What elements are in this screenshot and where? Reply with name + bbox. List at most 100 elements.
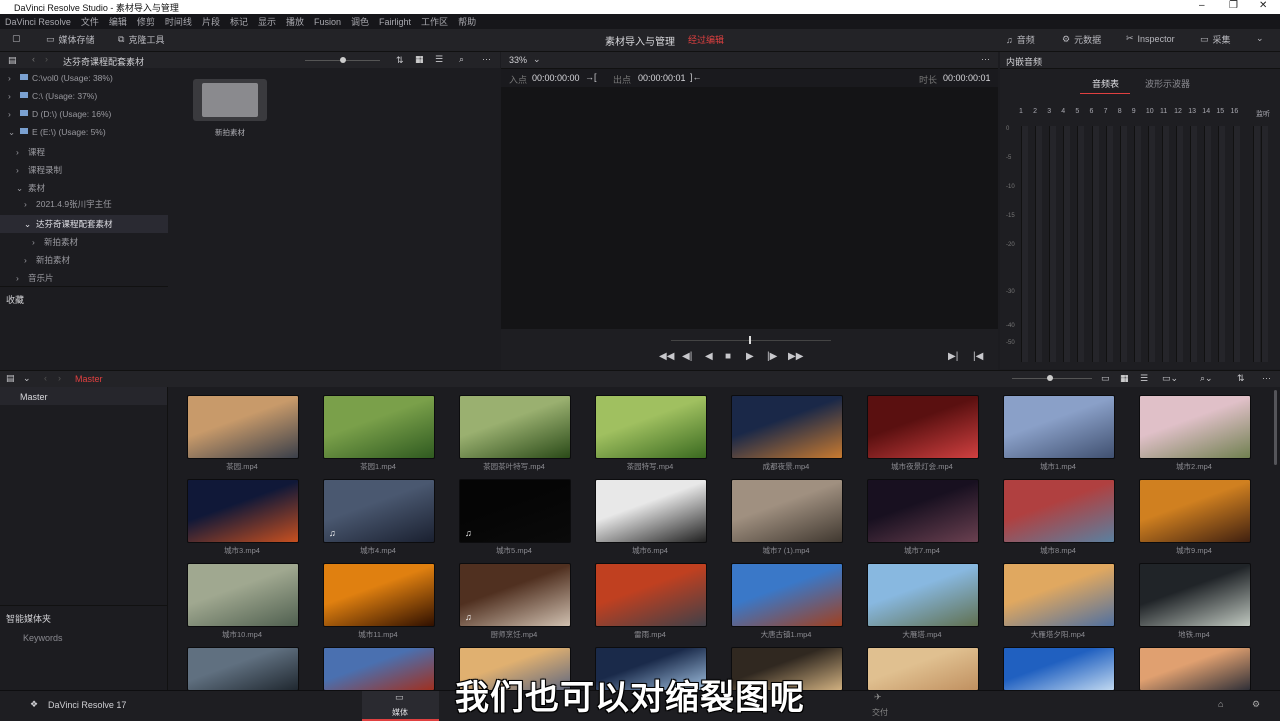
clip-thumbnail[interactable]: ♫ [459, 479, 571, 543]
list-view-icon[interactable]: ☰ [1140, 373, 1148, 384]
clip-thumbnail[interactable] [1003, 479, 1115, 543]
clip-thumbnail[interactable] [323, 647, 435, 691]
back-icon[interactable]: ‹ [44, 373, 47, 383]
menu-item[interactable]: 帮助 [453, 15, 481, 28]
clip-thumbnail[interactable] [187, 563, 299, 627]
clip-thumbnail[interactable] [867, 395, 979, 459]
clip-thumbnail[interactable] [1139, 479, 1251, 543]
menu-item[interactable]: 片段 [197, 15, 225, 28]
clip-thumbnail[interactable] [867, 563, 979, 627]
viewer-more-icon[interactable]: ··· [981, 54, 990, 64]
grid-view-icon[interactable]: ▦ [415, 54, 424, 65]
play-icon[interactable]: ▶ [746, 351, 754, 362]
chevron-right-icon[interactable]: › [8, 105, 11, 123]
capture-button[interactable]: ▭ 采集 [1200, 33, 1231, 46]
clip-thumbnail[interactable] [1139, 395, 1251, 459]
clip-thumbnail[interactable] [595, 395, 707, 459]
clone-tool-button[interactable]: ⧉ 克隆工具 [118, 33, 164, 46]
clip-thumbnail[interactable] [187, 479, 299, 543]
more-options-icon[interactable]: ··· [482, 54, 491, 64]
zoom-slider-handle[interactable] [340, 57, 346, 63]
tree-item[interactable]: ⌄ E (E:\) (Usage: 5%) [0, 123, 168, 141]
menu-item[interactable]: Fusion [309, 17, 346, 27]
clip-thumbnail[interactable] [323, 395, 435, 459]
clip-thumbnail[interactable]: ♫ [459, 563, 571, 627]
menu-item[interactable]: 文件 [76, 15, 104, 28]
more-options-icon[interactable]: ··· [1262, 373, 1271, 383]
tab-audio-meters[interactable]: 音频表 [1092, 77, 1119, 90]
metadata-view-icon[interactable]: ▭ [1101, 373, 1110, 384]
menu-item[interactable]: 工作区 [416, 15, 453, 28]
tree-item[interactable]: › C:\vol0 (Usage: 38%) [0, 69, 168, 87]
menu-item[interactable]: Fairlight [374, 17, 416, 27]
display-mode-icon[interactable]: ▭⌄ [1162, 373, 1178, 384]
clip-thumbnail[interactable] [731, 563, 843, 627]
inspector-button[interactable]: ✂ Inspector [1126, 33, 1175, 44]
clip-thumbnail[interactable] [731, 479, 843, 543]
tree-item[interactable]: › C:\ (Usage: 37%) [0, 87, 168, 105]
audio-button[interactable]: ♫ 音频 [1006, 33, 1035, 46]
chevron-right-icon[interactable]: › [24, 195, 27, 213]
menu-item[interactable]: 调色 [346, 15, 374, 28]
tree-item[interactable]: ⌄ 达芬奇课程配套素材 [0, 215, 168, 233]
next-frame-icon[interactable]: |▶ [767, 351, 777, 362]
mark-in-icon[interactable]: →[ [585, 72, 597, 82]
fast-forward-icon[interactable]: ▶▶ [788, 351, 803, 362]
clip-thumbnail[interactable] [731, 395, 843, 459]
clip-thumbnail[interactable] [1003, 647, 1115, 691]
list-view-icon[interactable]: ☰ [435, 54, 443, 65]
prev-frame-icon[interactable]: ◀| [682, 351, 692, 362]
tab-media[interactable]: ▭ 媒体 [362, 691, 439, 721]
tree-item[interactable]: › 课程录制 [0, 161, 168, 179]
layout-toggle-icon[interactable]: ▢ [12, 33, 21, 44]
play-reverse-icon[interactable]: ◀ [705, 351, 713, 362]
chevron-right-icon[interactable]: › [8, 69, 11, 87]
clip-thumbnail[interactable] [595, 563, 707, 627]
tree-item[interactable]: › 新拍素材 [0, 251, 168, 269]
maximize-icon[interactable]: ❐ [1229, 0, 1238, 11]
clip-thumbnail[interactable] [867, 479, 979, 543]
expand-icon[interactable]: ⌄ [1256, 33, 1264, 44]
menu-item[interactable]: 标记 [225, 15, 253, 28]
bin-master[interactable]: Master [0, 387, 167, 405]
tab-waveform[interactable]: 波形示波器 [1145, 77, 1190, 90]
sort-icon[interactable]: ⇅ [396, 55, 404, 66]
clip-thumbnail[interactable] [867, 647, 979, 691]
clip-thumbnail[interactable] [1139, 563, 1251, 627]
tab-deliver[interactable]: ✈ 交付 [860, 691, 900, 721]
tree-item[interactable]: › 新拍素材 [0, 233, 168, 251]
clip-thumbnail[interactable] [1139, 647, 1251, 691]
rewind-icon[interactable]: ◀◀ [659, 351, 674, 362]
chevron-down-icon[interactable]: ⌄ [24, 215, 31, 233]
forward-icon[interactable]: › [58, 373, 61, 383]
folder-thumbnail[interactable] [193, 79, 267, 121]
media-storage-button[interactable]: ▭ 媒体存储 [46, 33, 95, 46]
chevron-right-icon[interactable]: › [16, 269, 19, 287]
clip-thumbnail[interactable] [323, 563, 435, 627]
chevron-right-icon[interactable]: › [8, 87, 11, 105]
menu-item[interactable]: DaVinci Resolve [0, 17, 76, 27]
scrubber[interactable] [671, 340, 831, 341]
keywords-bin[interactable]: Keywords [23, 633, 63, 643]
grid-view-icon[interactable]: ▦ [1120, 373, 1129, 384]
go-to-start-icon[interactable]: |◀ [973, 351, 983, 362]
mark-out-icon[interactable]: ]← [690, 72, 702, 82]
tree-item[interactable]: › 2021.4.9张川宇主任 [0, 195, 168, 213]
back-icon[interactable]: ‹ [32, 54, 35, 64]
chevron-down-icon[interactable]: ⌄ [8, 123, 15, 141]
home-icon[interactable]: ⌂ [1218, 699, 1223, 709]
bin-list-toggle-icon[interactable]: ▤ [6, 373, 15, 384]
scrollbar[interactable] [1274, 390, 1277, 465]
clip-thumbnail[interactable] [1003, 563, 1115, 627]
sort-icon[interactable]: ⇅ [1237, 373, 1245, 384]
menu-item[interactable]: 显示 [253, 15, 281, 28]
menu-item[interactable]: 修剪 [132, 15, 160, 28]
clip-thumbnail[interactable]: ♫ [323, 479, 435, 543]
go-to-end-icon[interactable]: ▶| [948, 351, 958, 362]
search-icon[interactable]: ⌕⌄ [1200, 373, 1213, 384]
stop-icon[interactable]: ■ [725, 351, 731, 362]
clip-thumbnail[interactable] [187, 647, 299, 691]
chevron-down-icon[interactable]: ⌄ [23, 373, 31, 384]
zoom-level[interactable]: 33% [509, 55, 527, 65]
menu-item[interactable]: 时间线 [160, 15, 197, 28]
